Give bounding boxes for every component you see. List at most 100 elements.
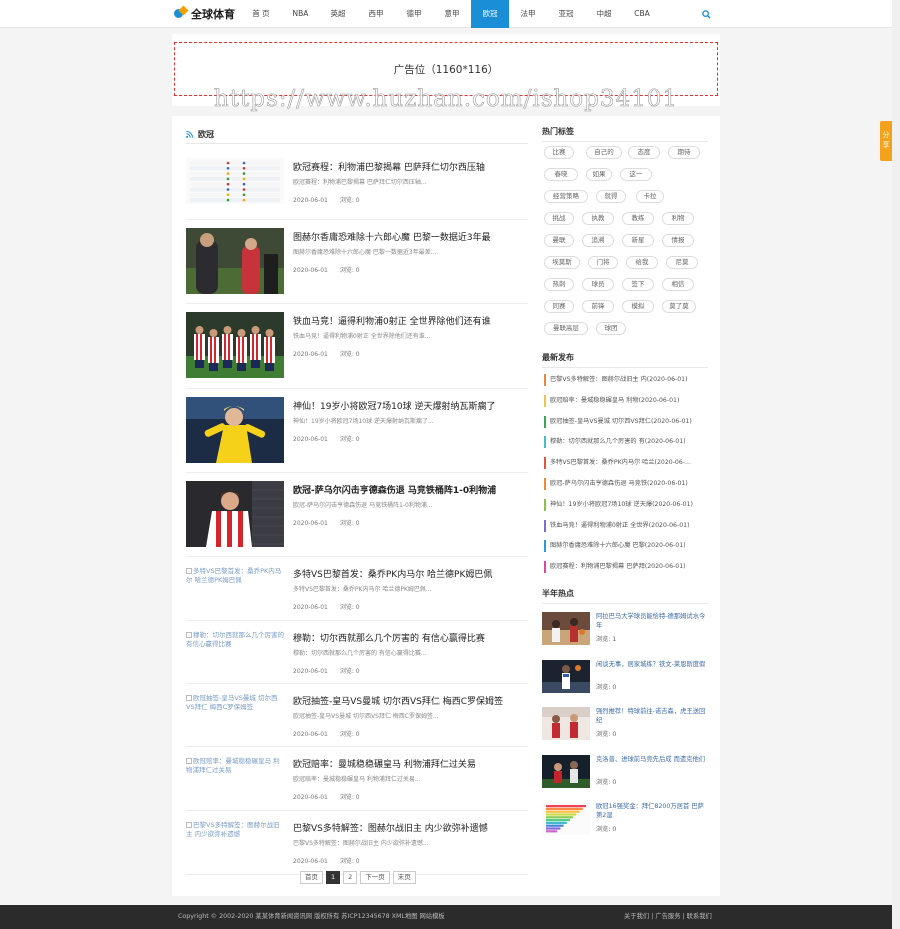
tag-link[interactable]: 卡拉 (636, 190, 664, 203)
article-item[interactable]: 欧冠抽签-皇马VS曼城 切尔西VS拜仁 梅西C罗保姆签 欧冠抽签-皇马VS曼城 切… (186, 684, 528, 747)
article-thumbnail-broken[interactable]: 欧冠赔率：曼城稳稳碾皇马 利物浦拜仁过关易 (186, 757, 284, 775)
nav-item[interactable]: 西甲 (357, 0, 395, 28)
article-title[interactable]: 穆勒：切尔西就那么几个厉害的 有信心赢得比赛 (293, 631, 485, 644)
hot-post-item[interactable]: 克洛普、进球前马竞先后成 而遗克他们 浏览: 0 (542, 754, 708, 791)
hot-post-title[interactable]: 闲谈无事，居家城练？铁文-莱恩斯度假 (596, 660, 708, 669)
latest-post-link[interactable]: 欧冠抽签-皇马VS曼城 切尔西VS拜仁(2020-06-01) (544, 415, 706, 428)
hot-post-item[interactable]: 欧冠16强奖金：拜仁8200万居首 巴萨第2湿 浏览: 0 (542, 802, 708, 838)
article-thumbnail[interactable] (186, 228, 284, 294)
latest-post-link[interactable]: 神仙！19岁小将欧冠7场10球 逆天爆(2020-06-01) (544, 498, 706, 511)
tag-link[interactable]: 执教 (582, 212, 614, 225)
article-title[interactable]: 图赫尔香庸恐难除十六郎心魔 巴黎一数据近3年最 (293, 230, 491, 243)
article-item[interactable]: 巴黎VS多特解签：图赫尔战旧主 内少欲弥补遗憾 巴黎VS多特解签：图赫尔战旧主 内… (186, 811, 528, 875)
tag-link[interactable]: 埃莫斯 (544, 256, 580, 269)
tag-link[interactable]: 相信 (662, 278, 694, 291)
footer-link[interactable]: 广告服务 (655, 913, 680, 920)
article-title[interactable]: 铁血马竞！逼得利物浦0射正 全世界除他们还有谁 (293, 314, 491, 327)
hot-post-title[interactable]: 克洛普、进球前马竞先后成 而遗克他们 (596, 755, 708, 764)
hot-post-item[interactable]: 闲谈无事，居家城练？铁文-莱恩斯度假 浏览: 0 (542, 659, 708, 696)
tag-link[interactable]: 期待 (668, 146, 700, 159)
tag-link[interactable]: 就得 (596, 190, 626, 203)
article-item[interactable]: 图赫尔香庸恐难除十六郎心魔 巴黎一数据近3年最 图赫尔香庸恐难除十六郎心魔 巴黎一… (186, 220, 528, 304)
hot-post-title[interactable]: 强烈推荐！特球前往-诺吉森，虎王送回纪 (596, 707, 708, 725)
page-button[interactable]: 2 (343, 871, 358, 884)
hot-post-title[interactable]: 阿拉巴马大学球员能恰特-德那姆试水今年 (596, 612, 708, 630)
tag-link[interactable]: 前锋 (582, 300, 614, 313)
article-thumbnail-broken[interactable]: 穆勒：切尔西就那么几个厉害的 有信心赢得比赛 (186, 631, 284, 649)
tag-link[interactable]: 球团 (596, 322, 626, 335)
hot-post-title[interactable]: 欧冠16强奖金：拜仁8200万居首 巴萨第2湿 (596, 802, 708, 820)
article-thumbnail[interactable] (186, 481, 284, 547)
tag-link[interactable]: 如果 (586, 168, 612, 181)
tag-link[interactable]: 莫了莫 (662, 300, 696, 313)
latest-post-link[interactable]: 欧冠赛程：利物浦巴黎揭幕 巴萨拜(2020-06-01) (544, 561, 706, 574)
tag-link[interactable]: 热刺 (544, 278, 574, 291)
hot-post-thumbnail[interactable] (542, 612, 590, 645)
page-button[interactable]: 1 (326, 871, 341, 884)
site-logo[interactable]: 全球体育 (174, 5, 235, 22)
tag-link[interactable]: 球员 (582, 278, 614, 291)
nav-item[interactable]: 中超 (585, 0, 623, 28)
tag-link[interactable]: 门将 (588, 256, 618, 269)
hot-post-thumbnail[interactable] (542, 802, 590, 835)
article-thumbnail[interactable] (186, 312, 284, 378)
nav-item[interactable]: 德甲 (395, 0, 433, 28)
article-thumbnail-broken[interactable]: 多特VS巴黎首发：桑乔PK内马尔 哈兰德PK姆巴佩 (186, 567, 284, 585)
nav-item[interactable]: 意甲 (433, 0, 471, 28)
article-title[interactable]: 巴黎VS多特解签：图赫尔战旧主 内少欲弥补遗憾 (293, 821, 488, 834)
page-scrollbar[interactable] (892, 0, 900, 929)
nav-item[interactable]: CBA (623, 0, 661, 28)
article-title[interactable]: 多特VS巴黎首发：桑乔PK内马尔 哈兰德PK姆巴佩 (293, 567, 492, 580)
tag-link[interactable]: 利物 (662, 212, 694, 225)
tag-link[interactable]: 模拟 (622, 300, 654, 313)
article-item[interactable]: 欧冠-萨乌尔闪击亨德森伤退 马竞铁桶阵1-0利物浦 欧冠-萨乌尔闪击亨德森伤退 马… (186, 473, 528, 557)
tag-link[interactable]: 同赛 (544, 300, 574, 313)
hot-post-item[interactable]: 阿拉巴马大学球员能恰特-德那姆试水今年 浏览: 1 (542, 612, 708, 648)
article-thumbnail-broken[interactable]: 欧冠抽签-皇马VS曼城 切尔西VS拜仁 梅西C罗保姆签 (186, 694, 284, 712)
nav-item[interactable]: 亚冠 (547, 0, 585, 28)
hot-post-thumbnail[interactable] (542, 659, 590, 693)
tag-link[interactable]: 经营策略 (544, 190, 588, 203)
tag-link[interactable]: 教练 (622, 212, 654, 225)
latest-post-link[interactable]: 欧冠赔率：曼城稳稳碾皇马 利物(2020-06-01) (544, 394, 706, 407)
page-button[interactable]: 末页 (392, 871, 416, 884)
tag-link[interactable]: 态度 (628, 146, 660, 159)
footer-link[interactable]: 联系我们 (687, 913, 712, 920)
article-thumbnail[interactable] (186, 158, 284, 224)
tag-link[interactable]: 签下 (622, 278, 654, 291)
hot-post-thumbnail[interactable] (542, 754, 590, 788)
footer-link[interactable]: 关于我们 (624, 913, 649, 920)
page-button[interactable]: 首页 (300, 871, 323, 884)
nav-item[interactable]: 法甲 (509, 0, 547, 28)
hot-post-thumbnail[interactable] (542, 707, 590, 740)
article-thumbnail-broken[interactable]: 巴黎VS多特解签：图赫尔战旧主 内少欲弥补遗憾 (186, 821, 284, 839)
tag-link[interactable]: 给我 (626, 256, 658, 269)
page-button[interactable]: 下一页 (360, 871, 390, 884)
tag-link[interactable]: 比赛 (544, 146, 574, 159)
search-icon[interactable] (702, 10, 711, 19)
latest-post-link[interactable]: 多特VS巴黎首发：桑乔PK内马尔 哈兰(2020-06-... (544, 457, 706, 470)
nav-item[interactable]: 英超 (319, 0, 357, 28)
tag-link[interactable]: 这一 (620, 168, 652, 181)
share-button[interactable]: 分享 (880, 121, 892, 161)
article-title[interactable]: 欧冠赔率：曼城稳稳碾皇马 利物浦拜仁过关易 (293, 757, 476, 770)
article-title[interactable]: 欧冠抽签-皇马VS曼城 切尔西VS拜仁 梅西C罗保姆签 (293, 694, 503, 707)
article-thumbnail[interactable] (186, 397, 284, 463)
tag-link[interactable]: 新星 (622, 234, 654, 247)
article-title[interactable]: 神仙！19岁小将欧冠7场10球 逆天爆射纳瓦斯瘸了 (293, 399, 496, 412)
tag-link[interactable]: 曼联高层 (544, 322, 588, 335)
tag-link[interactable]: 尼莫 (666, 256, 698, 269)
latest-post-link[interactable]: 图赫尔香庸恐难除十六郎心魔 巴黎(2020-06-01) (544, 540, 706, 553)
latest-post-link[interactable]: 欧冠-萨乌尔闪击亨德森伤退 马竞铁(2020-06-01) (544, 478, 706, 490)
article-item[interactable]: 神仙！19岁小将欧冠7场10球 逆天爆射纳瓦斯瘸了 神仙！19岁小将欧冠7场10球… (186, 389, 528, 473)
latest-post-link[interactable]: 巴黎VS多特解签：图赫尔战旧主 内(2020-06-01) (544, 374, 706, 386)
tag-link[interactable]: 追溯 (582, 234, 614, 247)
article-title[interactable]: 欧冠-萨乌尔闪击亨德森伤退 马竞铁桶阵1-0利物浦 (293, 483, 496, 496)
latest-post-link[interactable]: 铁血马竞！逼得利物浦0射正 全世界(2020-06-01) (544, 519, 706, 532)
article-item[interactable]: 穆勒：切尔西就那么几个厉害的 有信心赢得比赛 穆勒：切尔西就那么几个厉害的 有信心… (186, 621, 528, 684)
latest-post-link[interactable]: 穆勒：切尔西就那么几个厉害的 有(2020-06-01) (544, 436, 706, 449)
tag-link[interactable]: 挑战 (544, 212, 574, 225)
tag-link[interactable]: 自己的 (586, 146, 622, 159)
tag-link[interactable]: 情报 (662, 234, 694, 247)
article-item[interactable]: 铁血马竞！逼得利物浦0射正 全世界除他们还有谁 铁血马竞！逼得利物浦0射正 全世界… (186, 304, 528, 389)
